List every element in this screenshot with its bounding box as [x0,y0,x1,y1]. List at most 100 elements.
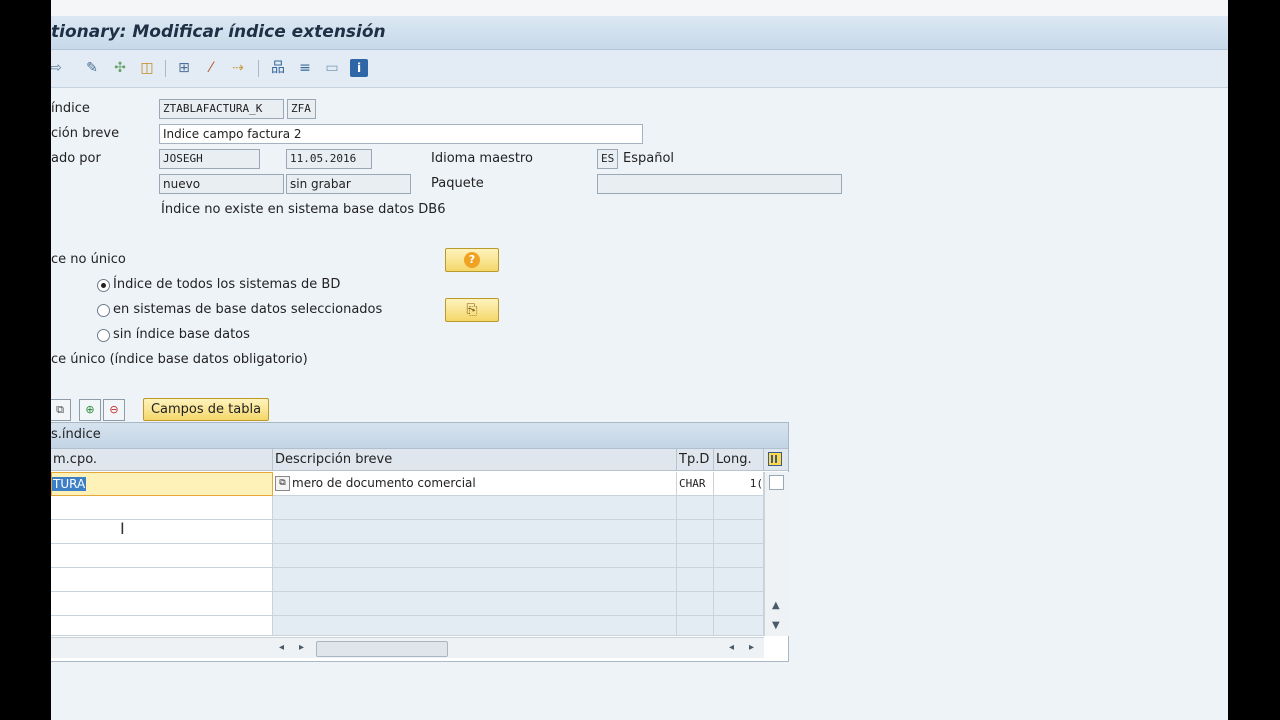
insert-row-icon[interactable]: ⊕ [79,399,101,421]
field-name-cell[interactable] [51,568,273,592]
non-unique-index-label[interactable]: ce no único [51,252,126,267]
column-header-description[interactable]: Descripción breve [273,449,677,471]
field-name-cell[interactable] [51,616,273,636]
language-name: Español [623,151,675,166]
layout-settings-button[interactable] [764,449,788,471]
description-cell [273,544,677,568]
radio-selected-db-systems-label[interactable]: en sistemas de base datos seleccionados [113,302,382,317]
table-row[interactable] [51,520,764,544]
description-cell [273,568,677,592]
table-row[interactable] [51,568,764,592]
field-name-cell[interactable]: TURA [51,472,273,496]
activate-icon[interactable]: ◫ [138,59,156,77]
horizontal-scrollbar-main[interactable]: ◂ ▸ ◂ ▸ [273,637,764,658]
type-cell [677,520,714,544]
date-field[interactable]: 11.05.2016 [286,149,372,169]
scroll-left-icon-2[interactable]: ◂ [729,642,734,653]
radio-selected-db-systems[interactable] [97,304,110,317]
column-header-length[interactable]: Long. [714,449,764,471]
magic-wand-icon[interactable]: ⁄ [202,59,220,77]
column-header-type[interactable]: Tp.D [677,449,714,471]
grid-toolbar: ⧉ ⊕ ⊖ [51,399,125,421]
text-cursor-icon: I [120,519,125,538]
field-name-cell[interactable] [51,592,273,616]
radio-all-db-systems[interactable] [97,279,110,292]
length-cell [714,520,764,544]
field-name-value: TURA [52,477,87,491]
unique-index-label[interactable]: ce único (índice base datos obligatorio) [51,352,308,367]
db-status-note: Índice no existe en sistema base datos D… [161,202,446,217]
select-all-checkbox[interactable] [769,475,784,490]
index-table-field[interactable]: ZTABLAFACTURA_K [159,99,284,119]
horizontal-scrollbar-left[interactable] [51,637,273,658]
scroll-up-icon[interactable]: ▲ [772,600,780,611]
table-row[interactable] [51,592,764,616]
description-value: mero de documento comercial [292,476,476,490]
length-cell [714,616,764,636]
master-language-label: Idioma maestro [431,151,533,166]
vertical-scrollbar[interactable]: ▲ ▼ [764,472,789,636]
toolbar-separator [258,60,259,77]
where-used-icon[interactable]: ⊞ [175,59,193,77]
application-toolbar: ⇨ ✎ ✣ ◫ ⊞ ⁄ ⇢ 品 ≡ ▭ i [51,50,1228,88]
table-row[interactable] [51,544,764,568]
value-help-icon[interactable]: ⧉ [275,476,290,491]
status-new-field[interactable]: nuevo [159,174,284,194]
length-cell [714,568,764,592]
radio-no-db-index-label[interactable]: sin índice base datos [113,327,250,342]
type-cell [677,616,714,636]
radio-all-db-systems-label[interactable]: Índice de todos los sistemas de BD [113,277,340,292]
language-code-field[interactable]: ES [597,149,618,169]
description-cell [273,592,677,616]
field-name-cell[interactable] [51,544,273,568]
scroll-thumb[interactable] [316,641,448,657]
display-change-icon[interactable]: ✎ [83,59,101,77]
table-title-bar: s.índice [51,423,788,449]
sap-window: tionary: Modificar índice extensión ⇨ ✎ … [51,0,1228,720]
table-row[interactable]: TURA ⧉ mero de documento comercial CHAR 1… [51,472,764,496]
type-cell: CHAR [677,472,714,496]
copy-row-icon[interactable]: ⧉ [51,399,71,421]
select-db-systems-button[interactable]: ⎘ [445,298,499,322]
top-strip [51,0,1228,17]
align-icon[interactable]: ≡ [296,59,314,77]
type-cell [677,544,714,568]
description-cell [273,496,677,520]
back-arrow-icon[interactable]: ⇨ [51,59,65,77]
user-field[interactable]: JOSEGH [159,149,260,169]
length-cell [714,544,764,568]
info-icon[interactable]: i [350,59,368,77]
package-field[interactable] [597,174,842,194]
table-settings-icon [768,452,782,466]
package-label: Paquete [431,176,484,191]
right-black-bar [1228,0,1280,720]
toolbar-separator [165,60,166,77]
length-cell [714,496,764,520]
layout-icon[interactable]: ▭ [323,59,341,77]
title-bar: tionary: Modificar índice extensión [51,16,1228,50]
table-row[interactable] [51,616,764,636]
scroll-right-icon[interactable]: ▸ [299,642,304,653]
table-row[interactable] [51,496,764,520]
scroll-right-icon-2[interactable]: ▸ [749,642,754,653]
field-name-cell[interactable] [51,520,273,544]
table-fields-button[interactable]: Campos de tabla [143,398,269,421]
edit-list-icon: ⎘ [466,302,478,318]
type-cell [677,496,714,520]
hierarchy-icon[interactable]: 品 [269,59,287,77]
field-name-cell[interactable] [51,496,273,520]
short-description-input[interactable]: Indice campo factura 2 [159,124,643,144]
scroll-left-icon[interactable]: ◂ [279,642,284,653]
delete-row-icon[interactable]: ⊖ [103,399,125,421]
move-icon[interactable]: ⇢ [229,59,247,77]
status-unsaved-field[interactable]: sin grabar [286,174,411,194]
help-button[interactable]: ? [445,248,499,272]
index-label: índice [51,101,90,116]
description-cell: ⧉ mero de documento comercial [273,472,677,496]
other-object-icon[interactable]: ✣ [111,59,129,77]
index-id-field[interactable]: ZFA [287,99,316,119]
length-cell [714,592,764,616]
radio-no-db-index[interactable] [97,329,110,342]
column-header-field[interactable]: m.cpo. [51,449,273,471]
scroll-down-icon[interactable]: ▼ [772,620,780,631]
